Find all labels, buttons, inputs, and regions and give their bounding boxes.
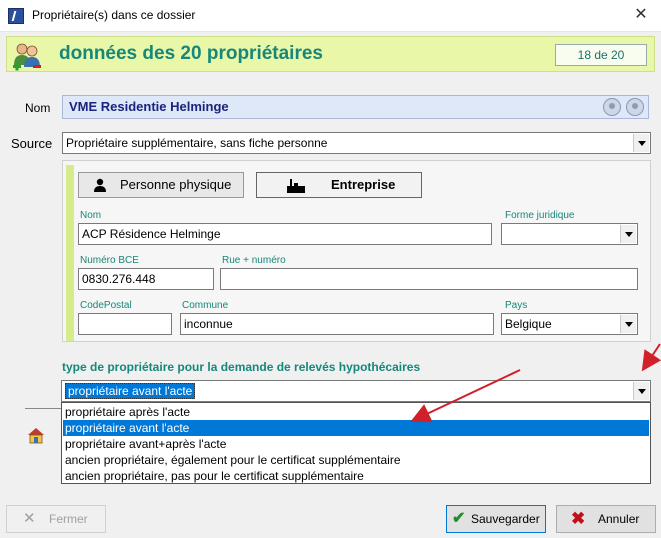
cancel-x-icon: ✖ [571,509,586,528]
annotation-arrows [410,343,661,423]
checkmark-icon: ✔ [452,510,466,527]
annuler-button[interactable]: ✖ Annuler [556,505,656,533]
sauvegarder-label: Sauvegarder [471,512,540,526]
fermer-button[interactable]: ✕ Fermer [6,505,106,533]
fermer-label: Fermer [49,512,88,526]
sauvegarder-button[interactable]: ✔ Sauvegarder [446,505,546,533]
annuler-label: Annuler [598,512,640,526]
close-x-icon: ✕ [23,510,36,527]
